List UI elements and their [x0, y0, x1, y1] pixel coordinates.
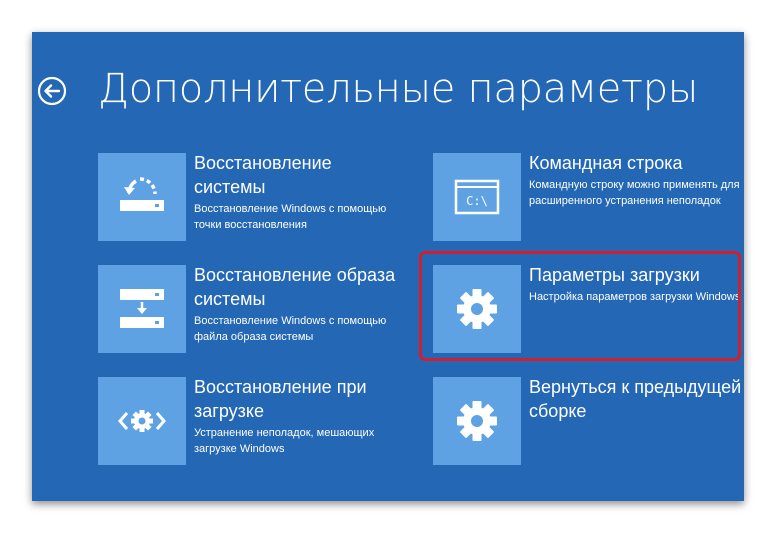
tile-icon-box: C:\: [433, 153, 521, 241]
page-title: Дополнительные параметры: [98, 66, 699, 112]
command-prompt-icon: C:\: [454, 179, 500, 215]
svg-text:C:\: C:\: [466, 194, 488, 208]
tile-title: Вернуться к предыдущей сборке: [529, 377, 742, 421]
tile-icon-box: [98, 265, 186, 353]
tile-title: Восстановление при загрузке: [194, 377, 367, 421]
gear-icon: [457, 289, 497, 329]
tile-description: Настройка параметров загрузки Windows: [529, 291, 741, 303]
tile-description: Восстановление Windows с помощью точки в…: [194, 203, 387, 231]
tile-title: Восстановление образа системы: [194, 265, 396, 309]
tile-description: Устранение неполадок, мешающих загрузке …: [194, 427, 375, 455]
tile-title: Параметры загрузки: [529, 265, 700, 285]
image-recovery-icon: [120, 289, 164, 328]
tile-command-prompt[interactable]: C:\ Командная строка Командную строку мо…: [433, 153, 740, 243]
tile-system-restore[interactable]: Восстановление системы Восстановление Wi…: [98, 153, 398, 243]
restore-icon: [120, 177, 164, 211]
tile-previous-build[interactable]: Вернуться к предыдущей сборке: [433, 377, 741, 467]
tile-icon-box: [433, 265, 521, 353]
tile-icon-box: [98, 377, 186, 465]
back-arrow-icon: [37, 76, 67, 106]
startup-repair-icon: [118, 410, 166, 432]
tile-description: Командную строку можно применять для рас…: [529, 179, 740, 207]
tile-startup-settings[interactable]: Параметры загрузки Настройка параметров …: [433, 265, 740, 355]
tile-icon-box: [433, 377, 521, 465]
tile-icon-box: [98, 153, 186, 241]
tile-title: Командная строка: [529, 153, 683, 173]
back-button[interactable]: [37, 76, 67, 106]
advanced-options-screen: Дополнительные параметры Восстановление …: [32, 32, 744, 501]
tile-system-image-recovery[interactable]: Восстановление образа системы Восстановл…: [98, 265, 398, 355]
tile-startup-repair[interactable]: Восстановление при загрузке Устранение н…: [98, 377, 398, 467]
tile-title: Восстановление системы: [194, 153, 332, 197]
tile-description: Восстановление Windows с помощью файла о…: [194, 315, 387, 343]
gear-icon: [457, 401, 497, 441]
